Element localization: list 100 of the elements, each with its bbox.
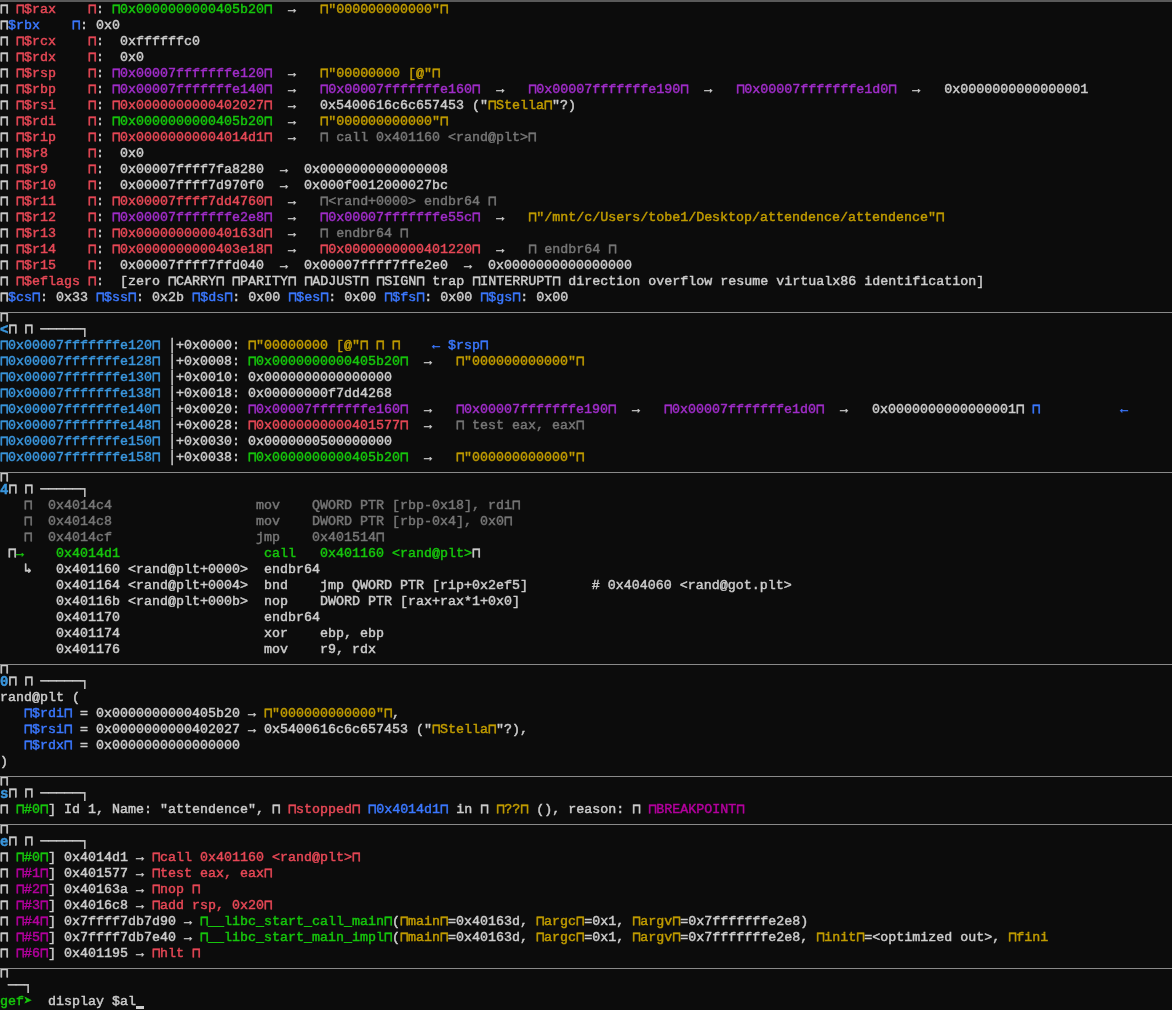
terminal-text: ⊓#4⊓ xyxy=(16,914,49,930)
terminal-text: ⊓0x0000000000405b20⊓ xyxy=(112,114,273,130)
prompt-label: gef➤ xyxy=(0,994,33,1010)
terminal-text: → xyxy=(423,354,434,370)
terminal-text: ⊓ xyxy=(0,825,9,834)
terminal-text: ⊓add rsp, 0x20⊓ xyxy=(152,898,273,914)
terminal-text: ⊓0x00007fffffffe148⊓ xyxy=(0,418,161,434)
terminal-text: ⊓fini xyxy=(1008,930,1049,946)
terminal-text: ⊓ xyxy=(0,210,10,226)
terminal-text: → xyxy=(287,2,298,18)
terminal-text: ⊓0x00007fffffffe190⊓ xyxy=(456,402,617,418)
terminal-text: ⊓ xyxy=(0,946,10,962)
terminal-text: ⊓ xyxy=(0,969,9,978)
terminal-text: =0x40163d, xyxy=(448,930,530,946)
terminal-text: ⊓#6⊓ xyxy=(16,946,49,962)
terminal-text: ⊓$rdi ⊓ xyxy=(16,114,97,130)
terminal-text: "?) xyxy=(552,98,577,114)
terminal-text: ⊓ endbr64 ⊓ xyxy=(320,226,409,242)
terminal-text: : xyxy=(96,82,106,98)
terminal-text: : 0x2b xyxy=(136,290,186,306)
terminal-text: ⊓ xyxy=(0,226,10,242)
terminal-text: ⊓ ⊓ ─────┐ xyxy=(8,786,89,802)
terminal-text: ⊓ xyxy=(0,898,10,914)
terminal-text: 0x401164 <rand@plt+0004> bnd jmp QWORD PTR [rip+0x2ef5] # 0x404060 <rand@got.plt> xyxy=(55,578,792,594)
terminal-text: (), reason: ⊓ xyxy=(535,802,642,818)
terminal-text: ⊓argc⊓ xyxy=(536,930,585,946)
terminal-text: : xyxy=(96,114,106,130)
terminal-text: ⊓ xyxy=(0,98,10,114)
terminal-text: ⊓$ds⊓ xyxy=(192,290,233,306)
terminal-text: ⊓ xyxy=(0,178,10,194)
terminal-text: ⊓ ⊓ ─────┐ xyxy=(8,482,89,498)
terminal-text: → 0x0000000000000001 xyxy=(911,82,1089,98)
terminal-text: ⊓Stella⊓ xyxy=(431,722,496,738)
terminal-text: ⊓ ⊓ ─────┐ xyxy=(8,834,89,850)
terminal-text: → xyxy=(287,114,298,130)
terminal-text: ] 0x7ffff7db7d90 → xyxy=(48,914,194,930)
terminal-text: │+0x0030: 0x0000000500000000 xyxy=(167,434,392,450)
terminal-text: ⊓0x00007fffffffe158⊓ xyxy=(0,450,161,466)
terminal-text: ⊓$r12 ⊓ xyxy=(16,210,97,226)
terminal-text: ⊓ xyxy=(0,665,9,674)
terminal-text: ↳ 0x401160 <rand@plt+0000> endbr64 xyxy=(23,562,320,578)
terminal-text: ⊓ xyxy=(0,914,10,930)
terminal-text: ⊓0x00007fffffffe140⊓ xyxy=(112,82,273,98)
terminal-text: ⊓0x0000000000403e18⊓ xyxy=(112,242,273,258)
terminal-text: 0x40116b <rand@plt+000b> nop DWORD PTR [rax+rax*1+0x0] xyxy=(55,594,520,610)
terminal-text: │+0x0028: xyxy=(167,418,241,434)
terminal-text: : xyxy=(96,66,106,82)
terminal-text: ⊓ xyxy=(0,2,10,18)
terminal-text: ] 0x4016c8 → xyxy=(48,898,146,914)
terminal-text: ⊓0x0000000000405b20⊓ xyxy=(248,450,409,466)
terminal-text: : 0x00007ffff7d970f0 → 0x000f0012000027bc xyxy=(96,178,448,194)
terminal-text: : 0x00 xyxy=(520,290,569,306)
terminal-text: ⊓#0⊓ xyxy=(16,850,49,866)
terminal-text: ⊓0x00007fffffffe128⊓ xyxy=(0,354,161,370)
terminal-text: ⊓0x0000000000405b20⊓ xyxy=(112,2,273,18)
terminal-text: rand@plt ( xyxy=(0,690,80,706)
terminal-text: ⊓$r11 ⊓ xyxy=(16,194,97,210)
terminal-text: ⊓0x00007ffff7dd4760⊓ xyxy=(112,194,273,210)
terminal-text: ⊓ xyxy=(0,850,10,866)
terminal-text: ] 0x7ffff7db7e40 → xyxy=(48,930,194,946)
terminal-text: ⊓ 0x4014c4 mov QWORD PTR [rbp-0x18], rdi⊓ xyxy=(23,498,520,514)
terminal-text: ⊓$rcx ⊓ xyxy=(16,34,97,50)
terminal-text: ⊓$rdi⊓ xyxy=(23,706,73,722)
terminal-text: → xyxy=(495,82,506,98)
terminal-text: : 0x00 xyxy=(328,290,378,306)
terminal-text: 0 xyxy=(0,674,9,690)
terminal-text: : 0x00007ffff7fa8280 → 0x0000000000000008 xyxy=(96,162,448,178)
terminal-text: │+0x0020: xyxy=(167,402,241,418)
terminal-text: ⊓0x000000000040163d⊓ xyxy=(112,226,273,242)
terminal-text: ⊓ xyxy=(0,866,10,882)
terminal-text: ⊓$gs⊓ xyxy=(480,290,521,306)
terminal-text: ⊓ xyxy=(0,802,10,818)
terminal-text: = 0x0000000000000000 xyxy=(79,738,240,754)
terminal-text: ⊓main⊓ xyxy=(400,930,449,946)
terminal-text: ⊓$eflags ⊓ xyxy=(16,274,97,290)
terminal-text: ⊓ xyxy=(0,18,9,34)
command-input[interactable]: display $al xyxy=(32,994,136,1010)
terminal-text: ⊓BREAKPOINT⊓ xyxy=(648,802,745,818)
terminal-text: ⊓ xyxy=(7,546,17,562)
terminal-text: ⊓nop ⊓ xyxy=(152,882,201,898)
terminal-text: ⊓0x00007fffffffe1d0⊓ xyxy=(736,82,897,98)
terminal-text: ⊓$rax ⊓ xyxy=(16,2,97,18)
terminal-text: ⊓$r9 ⊓ xyxy=(16,162,97,178)
terminal-text: ⊓__libc_start_main_impl⊓ xyxy=(200,930,393,946)
terminal-text: ⊓0x0000000000401577⊓ xyxy=(248,418,409,434)
terminal-text: ⊓$rbp ⊓ xyxy=(16,82,97,98)
terminal-text: ⊓0x00007fffffffe138⊓ xyxy=(0,386,161,402)
terminal-text: ⊓ ← xyxy=(1032,402,1129,418)
terminal-text: ⊓$r15 ⊓ xyxy=(16,258,97,274)
terminal-text: ] 0x401577 → xyxy=(48,866,146,882)
text-cursor xyxy=(136,1006,144,1009)
terminal-text: → 0x5400616c6c657453 (" xyxy=(287,98,489,114)
terminal-text: : xyxy=(96,210,106,226)
terminal-text: < xyxy=(0,322,9,338)
terminal-text: → xyxy=(495,210,506,226)
terminal-text: =0x7fffffffe2e8, xyxy=(680,930,810,946)
terminal-text: 4 xyxy=(0,482,9,498)
terminal-text: ⊓$rsi⊓ xyxy=(23,722,73,738)
terminal-text: ⊓"/mnt/c/Users/tobe1/Desktop/attendence/attendence"⊓ xyxy=(528,210,945,226)
terminal-text: ( xyxy=(392,930,401,946)
